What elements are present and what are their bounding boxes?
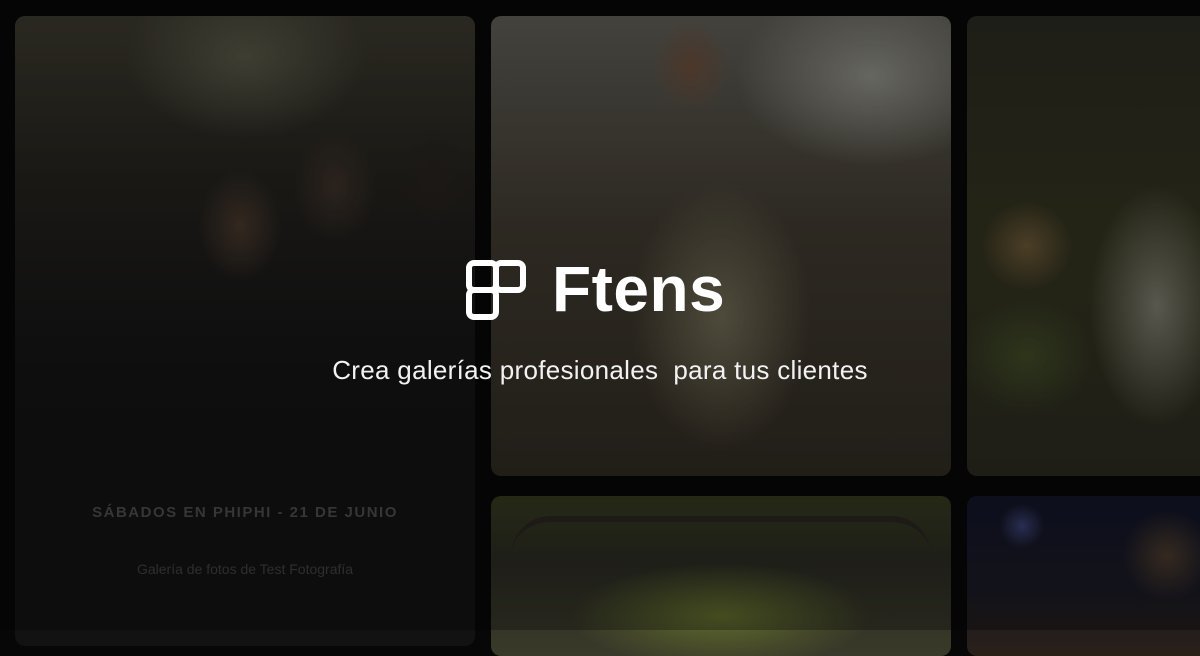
brand-lockup: Ftens (466, 253, 746, 325)
tagline: Crea galerías profesionales para tus cli… (332, 355, 868, 385)
brand-name: Ftens (552, 253, 726, 325)
grid-logo-icon (466, 260, 526, 320)
